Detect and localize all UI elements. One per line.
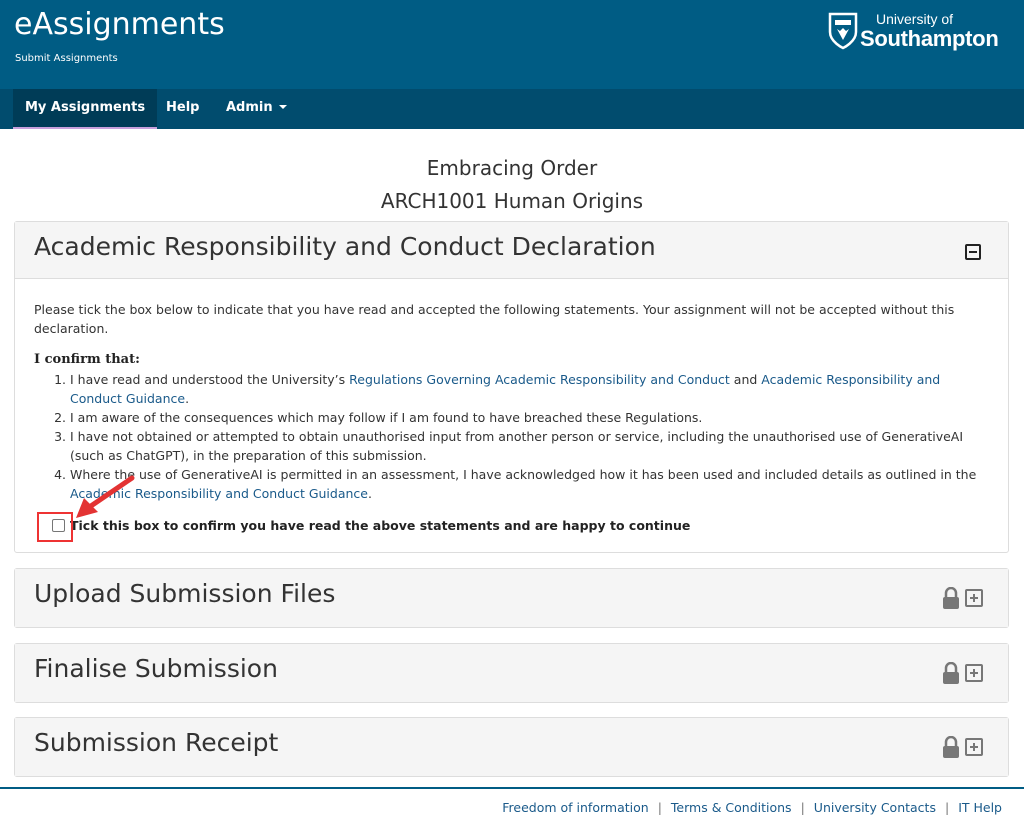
regulations-link[interactable]: Regulations Governing Academic Responsib… xyxy=(349,372,730,387)
nav-label: My Assignments xyxy=(25,100,146,115)
upload-title: Upload Submission Files xyxy=(34,579,336,608)
confirm-checkbox-label[interactable]: Tick this box to confirm you have read t… xyxy=(70,518,690,533)
expand-icon[interactable] xyxy=(965,738,983,756)
statement-text: and xyxy=(729,372,762,387)
receipt-panel: Submission Receipt xyxy=(14,717,1009,777)
lock-icon xyxy=(943,736,959,758)
course-code: ARCH1001 Human Origins xyxy=(380,189,644,213)
statement-text: I have read and understood the Universit… xyxy=(70,372,350,387)
finalise-panel: Finalise Submission xyxy=(14,643,1009,703)
statement-text: . xyxy=(185,391,190,406)
shield-logo-icon xyxy=(828,12,858,50)
annotation-arrow-icon xyxy=(76,475,135,518)
upload-panel-header[interactable]: Upload Submission Files xyxy=(15,569,1008,627)
app-header: eAssignments Submit Assignments Universi… xyxy=(0,0,1024,89)
footer-link-contacts[interactable]: University Contacts xyxy=(814,800,936,815)
nav-label: Admin xyxy=(226,100,273,115)
logo-line2: Southampton xyxy=(860,26,999,51)
footer-link-it-help[interactable]: IT Help xyxy=(958,800,1002,815)
logo-line1: University of xyxy=(876,11,954,27)
declaration-intro: Please tick the box below to indicate th… xyxy=(34,302,955,336)
statement-text: . xyxy=(367,486,372,501)
nav-admin-dropdown[interactable]: Admin xyxy=(214,89,299,127)
university-logo[interactable]: University of Southampton xyxy=(828,10,1018,54)
statement-text: I am aware of the consequences which may… xyxy=(70,410,703,425)
annotation-highlight xyxy=(37,512,73,542)
footer-divider xyxy=(0,787,1024,789)
statement-list: I have read and understood the Universit… xyxy=(34,370,990,503)
nav-help[interactable]: Help xyxy=(154,89,211,127)
lock-icon xyxy=(943,587,959,609)
finalise-title: Finalise Submission xyxy=(34,654,278,683)
statement-item: Where the use of GenerativeAI is permitt… xyxy=(70,465,990,503)
footer-link-foi[interactable]: Freedom of information xyxy=(502,800,648,815)
footer-links: Freedom of information | Terms & Condition… xyxy=(502,800,1002,815)
footer-separator: | xyxy=(800,800,805,815)
footer-separator: | xyxy=(657,800,662,815)
statement-item: I am aware of the consequences which may… xyxy=(70,408,990,427)
app-title: eAssignments xyxy=(14,7,225,42)
expand-icon[interactable] xyxy=(965,589,983,607)
confirm-heading: I confirm that: xyxy=(34,352,140,367)
declaration-panel: Academic Responsibility and Conduct Decl… xyxy=(14,221,1009,553)
statement-item: I have not obtained or attempted to obta… xyxy=(70,427,990,465)
footer-separator: | xyxy=(944,800,950,815)
caret-down-icon xyxy=(278,104,287,109)
app-subtitle: Submit Assignments xyxy=(15,53,118,64)
assignment-title: Embracing Order xyxy=(426,156,598,180)
statement-text: I have not obtained or attempted to obta… xyxy=(70,429,964,463)
upload-panel: Upload Submission Files xyxy=(14,568,1009,628)
main-nav: My Assignments Help Admin xyxy=(0,89,1024,129)
declaration-panel-header[interactable]: Academic Responsibility and Conduct Decl… xyxy=(15,222,1008,279)
collapse-icon[interactable] xyxy=(965,244,981,260)
nav-my-assignments[interactable]: My Assignments xyxy=(13,89,158,129)
statement-item: I have read and understood the Universit… xyxy=(70,370,990,408)
receipt-title: Submission Receipt xyxy=(34,728,279,757)
expand-icon[interactable] xyxy=(965,664,983,682)
lock-icon xyxy=(943,662,959,684)
declaration-title: Academic Responsibility and Conduct Decl… xyxy=(34,232,656,261)
nav-label: Help xyxy=(166,100,200,115)
statement-text: Where the use of GenerativeAI is permitt… xyxy=(70,467,977,482)
finalise-panel-header[interactable]: Finalise Submission xyxy=(15,644,1008,702)
footer-link-terms[interactable]: Terms & Conditions xyxy=(671,800,792,815)
receipt-panel-header[interactable]: Submission Receipt xyxy=(15,718,1008,776)
